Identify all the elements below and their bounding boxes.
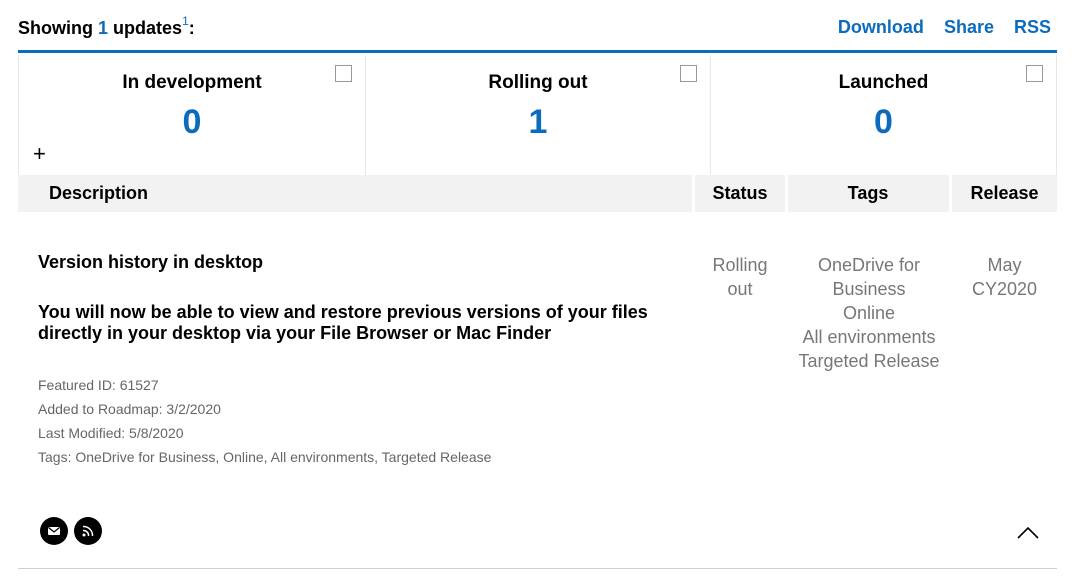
- column-separator: [949, 175, 952, 212]
- stage-checkbox[interactable]: [680, 65, 697, 82]
- share-link[interactable]: Share: [944, 17, 994, 37]
- tags-cell: OneDrive for Business Online All environ…: [798, 255, 940, 371]
- footnote-link[interactable]: 1: [182, 14, 189, 28]
- chevron-up-icon: [1017, 526, 1039, 539]
- collapse-button[interactable]: [1014, 520, 1042, 544]
- tags-line: Tags: OneDrive for Business, Online, All…: [38, 449, 492, 465]
- results-header: Showing 1 updates1: Download Share RSS: [18, 12, 1057, 48]
- column-tags[interactable]: Tags: [788, 175, 948, 212]
- rss-link[interactable]: RSS: [1014, 17, 1051, 37]
- added-date: Added to Roadmap: 3/2/2020: [38, 401, 221, 417]
- feature-title: Version history in desktop: [38, 252, 264, 272]
- featured-id: Featured ID: 61527: [38, 377, 159, 393]
- stage-count: 0: [874, 103, 893, 141]
- column-separator: [692, 175, 695, 212]
- stage-rolling-out: Rolling out 1: [365, 55, 711, 175]
- table-header: Description Status Tags Release: [18, 175, 1057, 212]
- expand-toggle[interactable]: +: [33, 143, 46, 165]
- modified-date: Last Modified: 5/8/2020: [38, 425, 184, 441]
- column-release[interactable]: Release: [952, 175, 1057, 212]
- stage-checkbox[interactable]: [1026, 65, 1043, 82]
- header-divider: [18, 50, 1057, 53]
- stage-checkbox[interactable]: [335, 65, 352, 82]
- email-share-button[interactable]: [40, 517, 68, 545]
- column-description[interactable]: Description: [49, 175, 149, 212]
- stage-title: Rolling out: [488, 72, 588, 93]
- feature-description: You will now be able to view and restore…: [38, 302, 648, 343]
- column-status[interactable]: Status: [695, 175, 785, 212]
- stage-launched: Launched 0: [710, 55, 1057, 175]
- stage-title: In development: [122, 72, 262, 93]
- showing-count: Showing 1 updates1:: [18, 14, 195, 38]
- stage-title: Launched: [838, 72, 929, 93]
- stage-count: 1: [528, 103, 548, 141]
- status-cell: Rolling out: [712, 255, 768, 299]
- stage-filters: In development 0 + Rolling out 1 Launche…: [18, 55, 1057, 175]
- stage-in-development: In development 0 +: [18, 55, 366, 175]
- row-divider: [18, 568, 1057, 569]
- column-separator: [785, 175, 788, 212]
- feature-metadata: Featured ID: 61527 Added to Roadmap: 3/2…: [38, 373, 491, 469]
- release-cell: May CY2020: [971, 255, 1038, 299]
- update-count: 1: [98, 18, 109, 38]
- header-links: Download Share RSS: [823, 17, 1051, 38]
- rss-icon: [82, 525, 94, 537]
- download-link[interactable]: Download: [838, 17, 924, 37]
- stage-count: 0: [182, 103, 202, 141]
- email-icon: [48, 527, 60, 535]
- rss-feed-button[interactable]: [74, 517, 102, 545]
